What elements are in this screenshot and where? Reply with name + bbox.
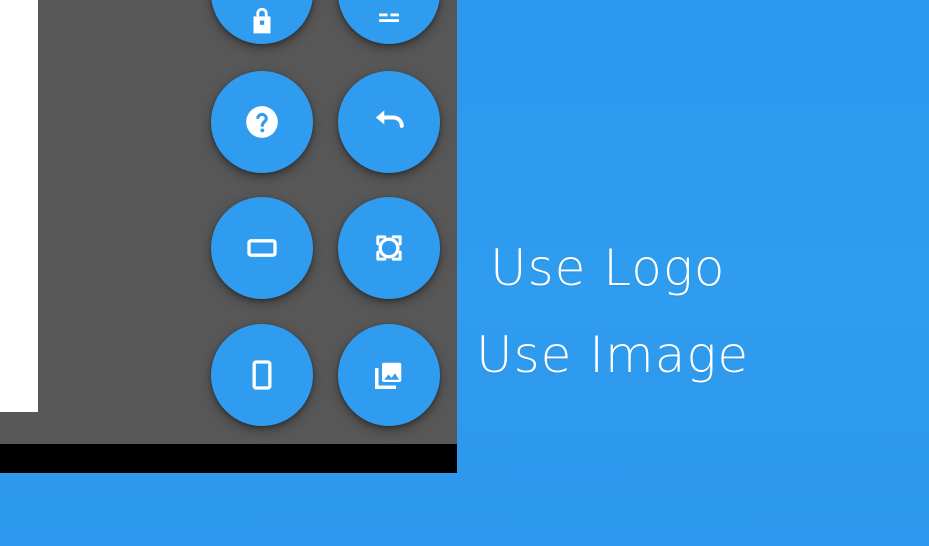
- landscape-frame-icon: [242, 228, 282, 268]
- portrait-frame-button[interactable]: [211, 324, 313, 426]
- circle-crop-icon: [369, 228, 409, 268]
- circle-crop-button[interactable]: [338, 197, 440, 299]
- image-library-icon: [368, 354, 410, 396]
- help-button[interactable]: [211, 71, 313, 173]
- layers-icon: [372, 5, 406, 39]
- undo-button[interactable]: [338, 71, 440, 173]
- help-icon: [243, 103, 281, 141]
- canvas-preview: [0, 0, 38, 412]
- use-image-option[interactable]: Use Image: [476, 330, 749, 380]
- image-library-button[interactable]: [338, 324, 440, 426]
- bottom-bar: [0, 444, 457, 473]
- layers-button[interactable]: [338, 0, 440, 44]
- undo-icon: [368, 101, 410, 143]
- portrait-frame-icon: [242, 355, 282, 395]
- editor-panel: [0, 0, 457, 444]
- landscape-frame-button[interactable]: [211, 197, 313, 299]
- lock-icon: [245, 5, 279, 39]
- use-logo-option[interactable]: Use Logo: [490, 243, 725, 293]
- lock-button[interactable]: [211, 0, 313, 44]
